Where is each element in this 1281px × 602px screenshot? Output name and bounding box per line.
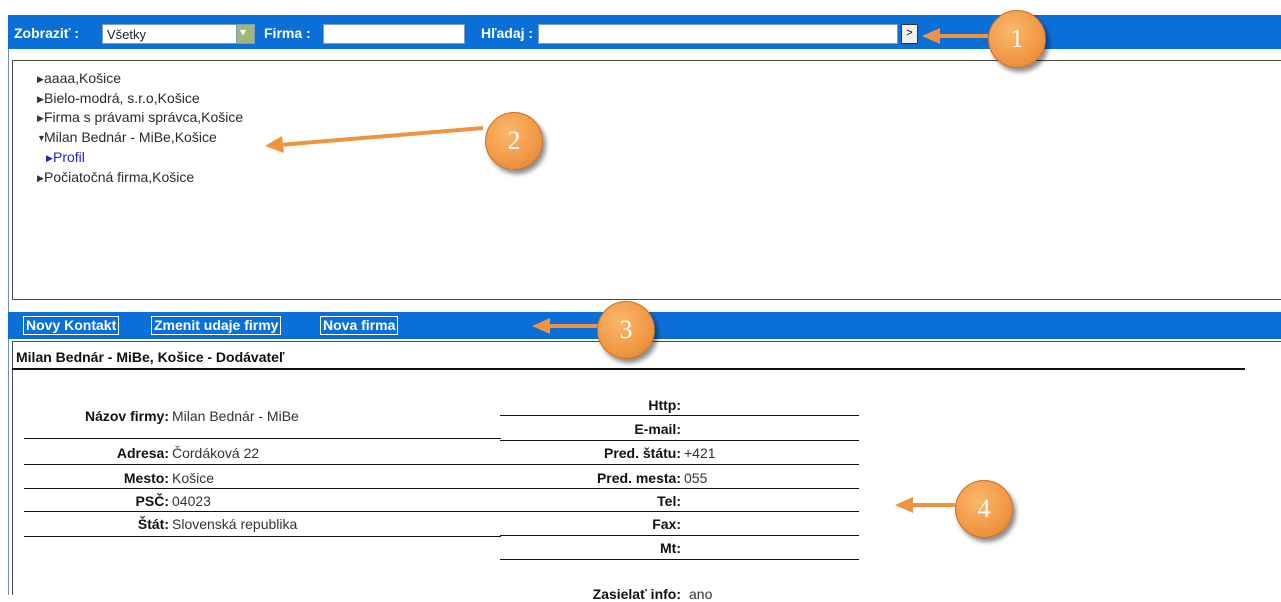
search-go-button[interactable]: > <box>901 24 918 44</box>
field-label-city-prefix: Pred. mesta: <box>596 470 681 486</box>
field-value-city-prefix: 055 <box>684 470 708 486</box>
field-value-country-prefix: +421 <box>684 445 716 461</box>
field-value-zip: 04023 <box>172 493 211 509</box>
divider <box>24 511 501 512</box>
tree-child-profil[interactable]: ▶Profil <box>46 149 85 165</box>
divider <box>24 536 501 537</box>
caret-right-icon[interactable]: ▶ <box>37 74 44 85</box>
callout-3: 3 <box>597 301 655 359</box>
divider <box>500 440 859 441</box>
tree-item-label: Počiatočná firma,Košice <box>44 169 195 185</box>
caret-right-icon: ▶ <box>46 153 53 163</box>
field-value-address: Čordáková 22 <box>172 445 260 461</box>
field-value-city: Košice <box>172 470 215 486</box>
company-title: Milan Bednár - MiBe, Košice - Dodávateľ <box>16 349 285 365</box>
arrow-4-icon <box>895 497 955 513</box>
field-label-address: Adresa: <box>116 445 169 461</box>
divider <box>500 488 859 489</box>
field-value-send-info: ano <box>689 586 713 602</box>
callout-2: 2 <box>485 112 543 170</box>
callout-1: 1 <box>988 10 1046 68</box>
field-label-name: Názov firmy: <box>84 408 169 424</box>
firm-input[interactable] <box>323 24 465 44</box>
field-label-mobile: Mt: <box>660 540 681 556</box>
firm-label: Firma : <box>264 25 311 41</box>
field-label-country: Štát: <box>137 516 169 532</box>
tree-item-label: Bielo-modrá, s.r.o,Košice <box>44 90 200 106</box>
tree-item-label: Profil <box>53 149 85 165</box>
caret-right-icon[interactable]: ▶ <box>37 94 44 105</box>
frame-border <box>8 15 9 595</box>
tree-item[interactable]: ▶Firma s právami správca,Košice <box>37 109 243 125</box>
field-label-country-prefix: Pred. štátu: <box>603 445 681 461</box>
divider <box>12 368 1245 370</box>
caret-right-icon[interactable]: ▶ <box>37 173 44 184</box>
arrow-3-icon <box>532 318 598 334</box>
tree-item-label: Firma s právami správca,Košice <box>44 109 244 125</box>
tree-item[interactable]: ▶Počiatočná firma,Košice <box>37 169 194 185</box>
divider <box>24 438 501 439</box>
field-label-send-info: Zasielať info: <box>592 586 681 602</box>
change-company-button[interactable]: Zmenit udaje firmy <box>151 316 282 335</box>
field-label-http: Http: <box>648 397 681 413</box>
field-label-email: E-mail: <box>634 421 681 437</box>
tree-item-label: Milan Bednár - MiBe,Košice <box>44 129 217 145</box>
show-label: Zobraziť : <box>14 25 80 41</box>
divider <box>500 535 859 536</box>
divider <box>24 464 501 465</box>
arrow-2-icon <box>265 126 484 153</box>
tree-item-expanded[interactable]: ▼Milan Bednár - MiBe,Košice <box>37 129 217 145</box>
chevron-down-icon[interactable]: ▾ <box>236 25 254 43</box>
divider <box>500 511 859 512</box>
tree-item[interactable]: ▶aaaa,Košice <box>37 70 121 86</box>
company-tree: ▶aaaa,Košice ▶Bielo-modrá, s.r.o,Košice … <box>12 60 1281 300</box>
field-label-tel: Tel: <box>657 493 681 509</box>
search-label: Hľadaj : <box>481 25 534 41</box>
field-label-fax: Fax: <box>652 516 681 532</box>
divider <box>500 464 859 465</box>
field-label-zip: PSČ: <box>135 493 169 509</box>
caret-down-icon[interactable]: ▼ <box>37 133 46 143</box>
divider <box>500 559 859 560</box>
show-select-value: Všetky <box>107 27 147 42</box>
tree-item[interactable]: ▶Bielo-modrá, s.r.o,Košice <box>37 90 200 106</box>
caret-right-icon[interactable]: ▶ <box>37 113 44 124</box>
divider <box>24 488 501 489</box>
new-contact-button[interactable]: Novy Kontakt <box>23 316 120 335</box>
divider <box>500 415 859 416</box>
field-value-name: Milan Bednár - MiBe <box>172 408 299 424</box>
tree-item-label: aaaa,Košice <box>44 70 122 86</box>
new-company-button[interactable]: Nova firma <box>320 316 399 335</box>
field-label-city: Mesto: <box>123 470 169 486</box>
callout-4: 4 <box>955 480 1013 538</box>
field-value-country: Slovenská republika <box>172 516 298 532</box>
search-input[interactable] <box>538 24 898 44</box>
show-select[interactable]: Všetky ▾ <box>102 24 255 44</box>
arrow-1-icon <box>922 28 988 44</box>
details-panel <box>12 341 1281 595</box>
filter-bar: Zobraziť : Všetky ▾ Firma : Hľadaj : > <box>8 15 1281 49</box>
